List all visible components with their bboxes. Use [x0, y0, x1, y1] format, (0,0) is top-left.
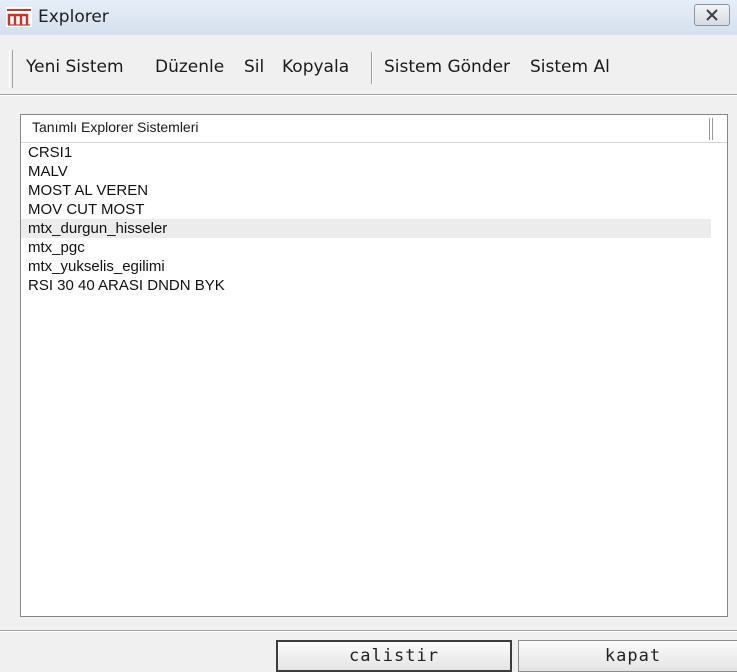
- delete-button[interactable]: Sil: [244, 52, 264, 82]
- footer-divider: [0, 630, 737, 632]
- toolbar-grip[interactable]: [9, 50, 13, 88]
- list-item[interactable]: MOV CUT MOST: [21, 200, 727, 219]
- window-close-button[interactable]: [694, 4, 730, 26]
- list-item[interactable]: mtx_yukselis_egilimi: [21, 257, 727, 276]
- column-resize-handle[interactable]: [709, 118, 713, 140]
- run-button[interactable]: calistir: [276, 640, 512, 672]
- list-header[interactable]: Tanımlı Explorer Sistemleri: [21, 115, 727, 143]
- list-item[interactable]: CRSI1: [21, 143, 727, 162]
- edit-button[interactable]: Düzenle: [155, 52, 224, 82]
- close-button[interactable]: kapat: [518, 640, 737, 672]
- column-header-systems[interactable]: Tanımlı Explorer Sistemleri: [32, 119, 199, 135]
- toolbar-divider: [0, 94, 737, 96]
- toolbar-separator: [371, 52, 373, 84]
- list-rows: CRSI1 MALV MOST AL VEREN MOV CUT MOST mt…: [21, 143, 727, 295]
- systems-list[interactable]: Tanımlı Explorer Sistemleri CRSI1 MALV M…: [20, 114, 728, 617]
- app-logo-icon: [6, 7, 32, 27]
- copy-button[interactable]: Kopyala: [282, 52, 349, 82]
- list-item[interactable]: RSI 30 40 ARASI DNDN BYK: [21, 276, 727, 295]
- new-system-button[interactable]: Yeni Sistem: [26, 52, 124, 82]
- toolbar: Yeni Sistem Düzenle Sil Kopyala Sistem G…: [0, 35, 737, 93]
- receive-system-button[interactable]: Sistem Al: [530, 52, 610, 82]
- list-item[interactable]: MOST AL VEREN: [21, 181, 727, 200]
- list-item[interactable]: mtx_durgun_hisseler: [21, 219, 711, 238]
- list-item[interactable]: MALV: [21, 162, 727, 181]
- title-bar: Explorer: [0, 0, 737, 35]
- close-icon: [706, 9, 718, 21]
- list-item[interactable]: mtx_pgc: [21, 238, 727, 257]
- window-title: Explorer: [38, 7, 109, 27]
- send-system-button[interactable]: Sistem Gönder: [384, 52, 510, 82]
